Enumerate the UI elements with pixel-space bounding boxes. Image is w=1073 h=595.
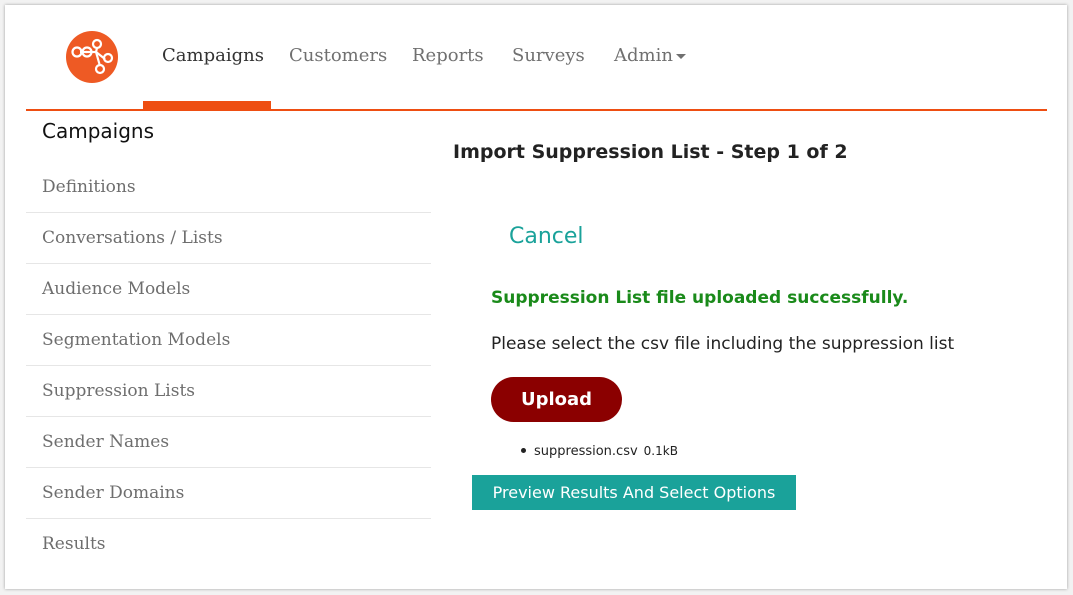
bullet-icon [521, 448, 526, 453]
upload-success-message: Suppression List file uploaded successfu… [491, 288, 909, 308]
uploaded-file-item: suppression.csv 0.1kB [521, 441, 678, 461]
upload-instruction: Please select the csv file including the… [491, 334, 955, 354]
cancel-link[interactable]: Cancel [509, 222, 584, 252]
preview-results-button[interactable]: Preview Results And Select Options [472, 475, 796, 510]
network-nodes-icon[interactable] [66, 31, 118, 83]
file-size: 0.1kB [643, 444, 678, 458]
sidebar-item-suppression-lists[interactable]: Suppression Lists [26, 366, 431, 417]
nav-campaigns[interactable]: Campaigns [162, 43, 264, 69]
nav-admin[interactable]: Admin [614, 43, 686, 69]
header-divider [26, 109, 1047, 111]
nav-surveys[interactable]: Surveys [512, 43, 585, 69]
sidebar-item-audience-models[interactable]: Audience Models [26, 264, 431, 315]
upload-button[interactable]: Upload [491, 377, 622, 422]
sidebar-item-segmentation-models[interactable]: Segmentation Models [26, 315, 431, 366]
sidebar-item-sender-domains[interactable]: Sender Domains [26, 468, 431, 519]
sidebar-menu: Definitions Conversations / Lists Audien… [26, 161, 431, 570]
caret-down-icon [675, 53, 686, 59]
nav-customers[interactable]: Customers [289, 43, 387, 69]
nav-admin-label: Admin [614, 45, 673, 66]
sidebar-item-conversations-lists[interactable]: Conversations / Lists [26, 213, 431, 264]
nav-reports[interactable]: Reports [412, 43, 484, 69]
page-title: Import Suppression List - Step 1 of 2 [453, 141, 848, 163]
active-tab-indicator [143, 101, 271, 109]
file-name: suppression.csv [534, 444, 638, 459]
sidebar-title: Campaigns [42, 119, 155, 143]
sidebar-item-sender-names[interactable]: Sender Names [26, 417, 431, 468]
sidebar-item-definitions[interactable]: Definitions [26, 161, 431, 213]
sidebar-item-results[interactable]: Results [26, 519, 431, 570]
